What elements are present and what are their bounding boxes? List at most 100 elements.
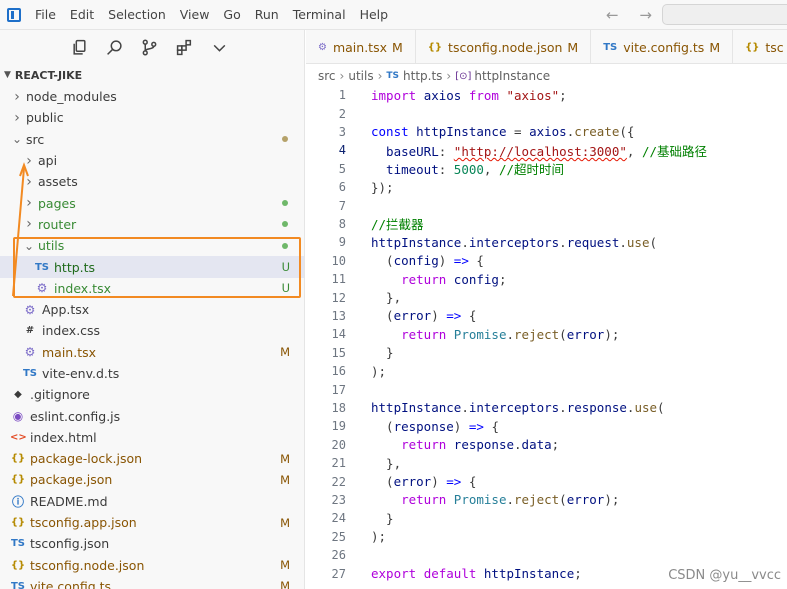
code-token: ); [604,326,620,342]
chevron-down-icon[interactable] [210,38,228,56]
code-token: . [514,437,522,453]
tree-item-readme-md[interactable]: ⓘ README.md [0,491,304,512]
code-line[interactable]: 21 }, [306,454,402,472]
code-line[interactable]: 13 (error) => { [306,307,477,325]
code-line[interactable]: 20 return response.data; [306,436,560,454]
tab-label: tsc [765,39,784,55]
tree-item-package-lock-json[interactable]: {} package-lock.json M [0,448,304,469]
code-token: ({ [619,124,635,140]
tree-item-label: assets [38,174,78,190]
code-line[interactable]: 19 (response) => { [306,417,499,435]
code-text: }, [371,456,401,471]
tree-item-index-css[interactable]: # index.css [0,320,304,341]
command-center-input[interactable] [662,4,787,25]
menu-help[interactable]: Help [360,7,389,22]
code-text: (response) => { [371,419,499,434]
code-text: (error) => { [371,474,476,489]
breadcrumb-symbol[interactable]: httpInstance [474,69,550,83]
code-token: axios [423,87,469,103]
code-line[interactable]: 26 [306,546,346,564]
tree-item-public[interactable]: › public [0,107,304,128]
tree-item-label: eslint.config.js [30,408,121,424]
code-token: . [506,492,515,508]
line-number: 17 [331,382,346,397]
code-line[interactable]: 6}); [306,178,394,196]
code-line[interactable]: 8 //拦截器 [306,215,424,233]
code-line[interactable]: 1 import axios from "axios"; [306,86,567,104]
code-line[interactable]: 12 }, [306,288,402,306]
git-status-badge: M [280,579,290,589]
watermark: CSDN @yu__vvcc [668,568,781,583]
tree-item-node-modules[interactable]: › node_modules [0,86,304,107]
tree-item-assets[interactable]: › assets [0,171,304,192]
tree-item-main-tsx[interactable]: ⚙ main.tsx M [0,342,304,363]
menu-selection[interactable]: Selection [108,7,166,22]
line-number: 7 [338,198,346,213]
code-line[interactable]: 10 (config) => { [306,252,484,270]
code-line[interactable]: 18 httpInstance.interceptors.response.use… [306,399,665,417]
tree-item-eslint-config-js[interactable]: ◉ eslint.config.js [0,405,304,426]
code-line[interactable]: 23 return Promise.reject(error); [306,491,620,509]
code-line[interactable]: 3 const httpInstance = axios.create({ [306,123,635,141]
tree-item-vite-config-ts[interactable]: TS vite.config.ts M [0,576,304,589]
menu-go[interactable]: Go [223,7,240,22]
tree-item-app-tsx[interactable]: ⚙ App.tsx [0,299,304,320]
menu-run[interactable]: Run [255,7,279,22]
code-line[interactable]: 25); [306,528,387,546]
extensions-icon[interactable] [175,38,193,56]
code-line[interactable]: 27 export default httpInstance; [306,564,582,582]
line-number: 20 [331,437,346,452]
tree-item-src[interactable]: ⌄ src [0,129,304,150]
search-icon[interactable] [105,38,123,56]
modified-dot-icon [282,136,288,143]
git-status-badge: M [280,451,290,466]
explorer-root-header[interactable]: ▼ REACT-JIKE [0,64,304,86]
file-tree: › node_modules › public ⌄ src › api › assets › page… [0,86,304,589]
line-number: 12 [331,290,346,305]
tree-item-index-html[interactable]: <> index.html [0,427,304,448]
menu-edit[interactable]: Edit [70,7,94,22]
code-line[interactable]: 11 return config; [306,270,507,288]
tree-item-api[interactable]: › api [0,150,304,171]
code-line[interactable]: 9 httpInstance.interceptors.request.use( [306,233,657,251]
tree-item-pages[interactable]: › pages [0,192,304,213]
menu-view[interactable]: View [180,7,210,22]
code-token: => [446,474,462,490]
code-line[interactable]: 5 timeout: 5000, //超时时间 [306,160,564,178]
tree-item-package-json[interactable]: {} package.json M [0,469,304,490]
code-line[interactable]: 7 [306,196,346,214]
tab-vite-config-ts[interactable]: TS vite.config.ts M [591,30,734,64]
tree-item-tsconfig-node-json[interactable]: {} tsconfig.node.json M [0,555,304,576]
code-line[interactable]: 22 (error) => { [306,472,477,490]
code-line[interactable]: 24 } [306,509,394,527]
menu-terminal[interactable]: Terminal [293,7,346,22]
tree-item-gitignore[interactable]: ◆ .gitignore [0,384,304,405]
code-token: axios [529,124,567,140]
code-line[interactable]: 14 return Promise.reject(error); [306,325,620,343]
tree-item-tsconfig-app-json[interactable]: {} tsconfig.app.json M [0,512,304,533]
breadcrumb-utils[interactable]: utils [348,69,373,83]
tab-main-tsx[interactable]: ⚙ main.tsx M [306,30,416,64]
code-line[interactable]: 2 [306,104,346,122]
code-line[interactable]: 17 [306,380,346,398]
code-token: ( [559,326,567,342]
breadcrumb-file[interactable]: http.ts [403,69,442,83]
tree-item-tsconfig-json[interactable]: TS tsconfig.json [0,533,304,554]
tree-item-vite-env-d-ts[interactable]: TS vite-env.d.ts [0,363,304,384]
tree-item-router[interactable]: › router [0,214,304,235]
code-token: , [626,143,642,159]
source-control-icon[interactable] [140,38,158,56]
code-text: }, [371,290,401,305]
tab-tsconfig-node-json[interactable]: {} tsconfig.node.json M [416,30,592,64]
code-editor[interactable]: 1 import axios from "axios"; 2 3 const httpI… [306,86,787,589]
file-type-icon: {} [427,41,443,53]
explorer-files-icon[interactable] [70,38,88,56]
tab-tsc[interactable]: {} tsc [733,30,787,64]
line-number: 27 [331,566,346,581]
breadcrumb-src[interactable]: src [318,69,336,83]
nav-arrows-icon[interactable]: ← → [606,6,660,24]
code-token: config [453,271,499,287]
code-line[interactable]: 4 baseURL: "http://localhost:3000", //基础… [306,141,707,159]
code-line[interactable]: 15 } [306,344,394,362]
code-line[interactable]: 16); [306,362,387,380]
